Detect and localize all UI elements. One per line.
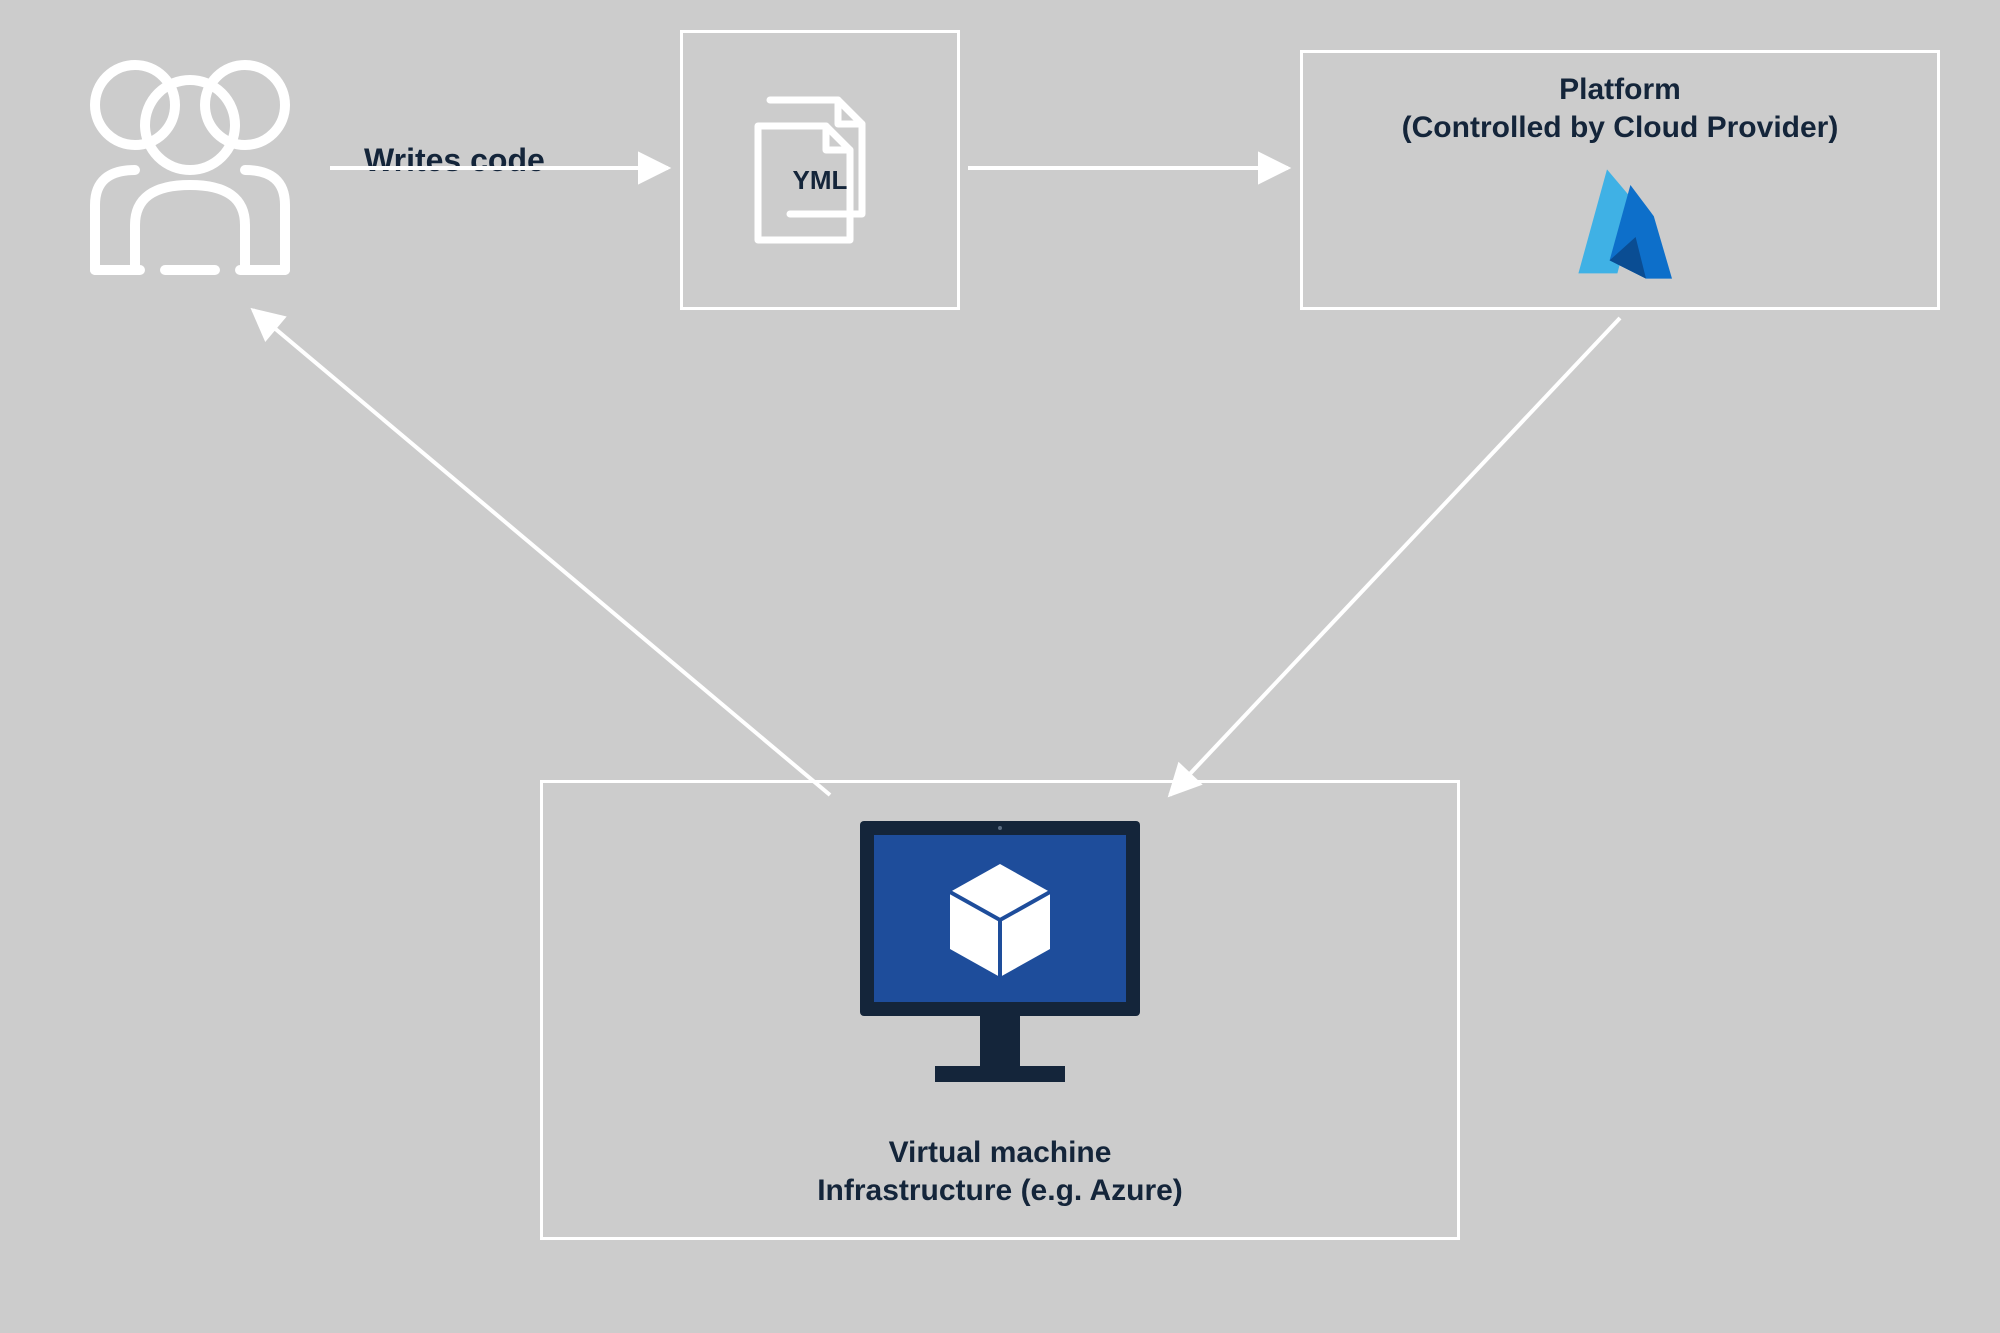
platform-title-line2: (Controlled by Cloud Provider) xyxy=(1402,111,1839,144)
vm-label-line1: Virtual machine xyxy=(889,1136,1112,1169)
yml-node: YML xyxy=(680,30,960,310)
platform-node: Platform (Controlled by Cloud Provider) xyxy=(1300,50,1940,310)
writes-code-label: Writes code xyxy=(364,140,545,180)
azure-logo-icon xyxy=(1555,159,1685,289)
vm-monitor-icon xyxy=(840,811,1160,1111)
diagram-canvas: YML Platform (Controlled by Cloud Provid… xyxy=(0,0,2000,1333)
vm-node: Virtual machine Infrastructure (e.g. Azu… xyxy=(540,780,1460,1240)
arrow-vm-to-developers xyxy=(253,310,830,795)
vm-label: Virtual machine Infrastructure (e.g. Azu… xyxy=(543,1134,1457,1209)
developers-icon xyxy=(60,30,320,290)
arrow-platform-to-vm xyxy=(1170,318,1620,795)
yml-label: YML xyxy=(793,164,848,197)
platform-title: Platform (Controlled by Cloud Provider) xyxy=(1303,71,1937,146)
vm-label-line2: Infrastructure (e.g. Azure) xyxy=(817,1174,1183,1207)
platform-title-line1: Platform xyxy=(1559,73,1681,106)
